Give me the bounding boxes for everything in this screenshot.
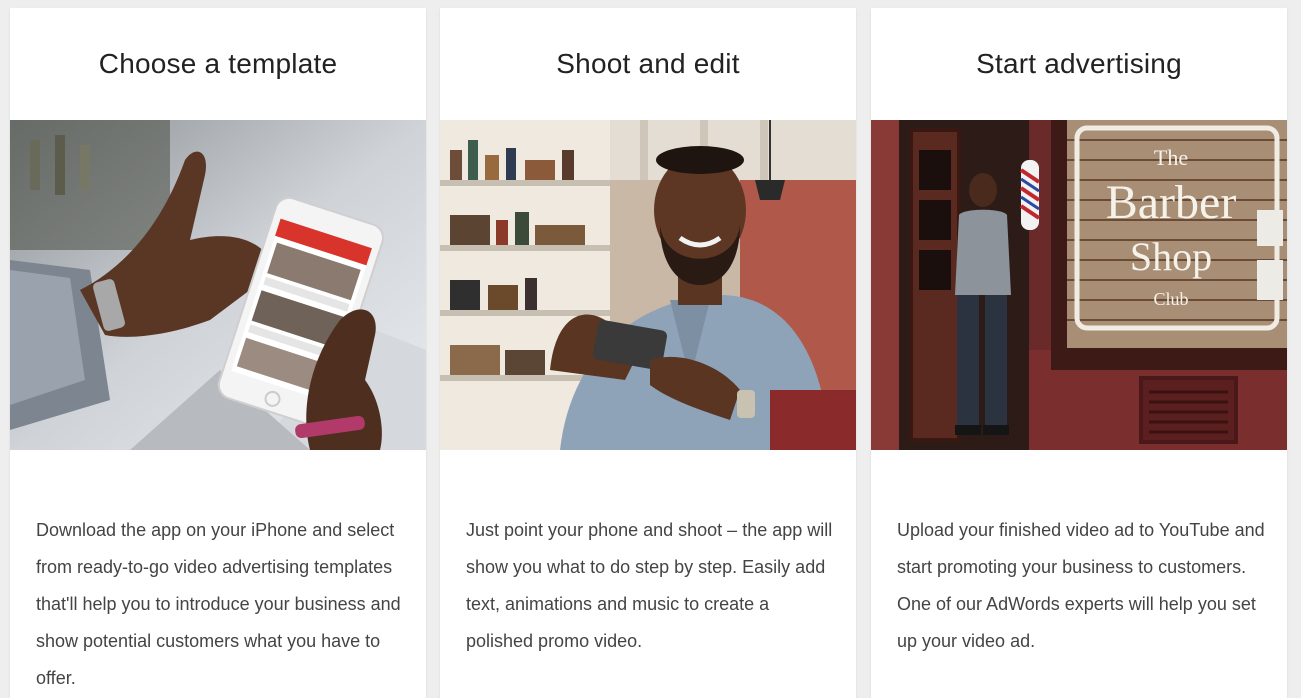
step-title: Choose a template <box>98 48 338 79</box>
step-title: Shoot and edit <box>556 48 740 79</box>
step-description: Upload your finished video ad to YouTube… <box>897 520 1265 651</box>
storefront-image: The Barber Shop Club <box>871 120 1287 450</box>
step-description: Just point your phone and shoot – the ap… <box>466 520 833 651</box>
hand-holding-phone-image <box>10 120 426 450</box>
storefront-sign-shop: Shop <box>1130 234 1212 279</box>
man-filming-with-phone-image <box>440 120 856 450</box>
step-description: Download the app on your iPhone and sele… <box>36 520 401 688</box>
step-title: Start advertising <box>976 48 1182 79</box>
storefront-sign-the: The <box>1154 145 1188 170</box>
step-card-choose-template: Choose a template Download the app on yo… <box>10 8 426 698</box>
step-card-shoot-edit: Shoot and edit Just point your phone and… <box>440 8 856 698</box>
storefront-sign-barber: Barber <box>1106 176 1237 229</box>
storefront-sign-club: Club <box>1153 289 1188 309</box>
steps-section: Choose a template Download the app on yo… <box>0 0 1301 698</box>
step-card-start-advertising: Start advertising The Barber Shop Club U… <box>871 8 1287 698</box>
